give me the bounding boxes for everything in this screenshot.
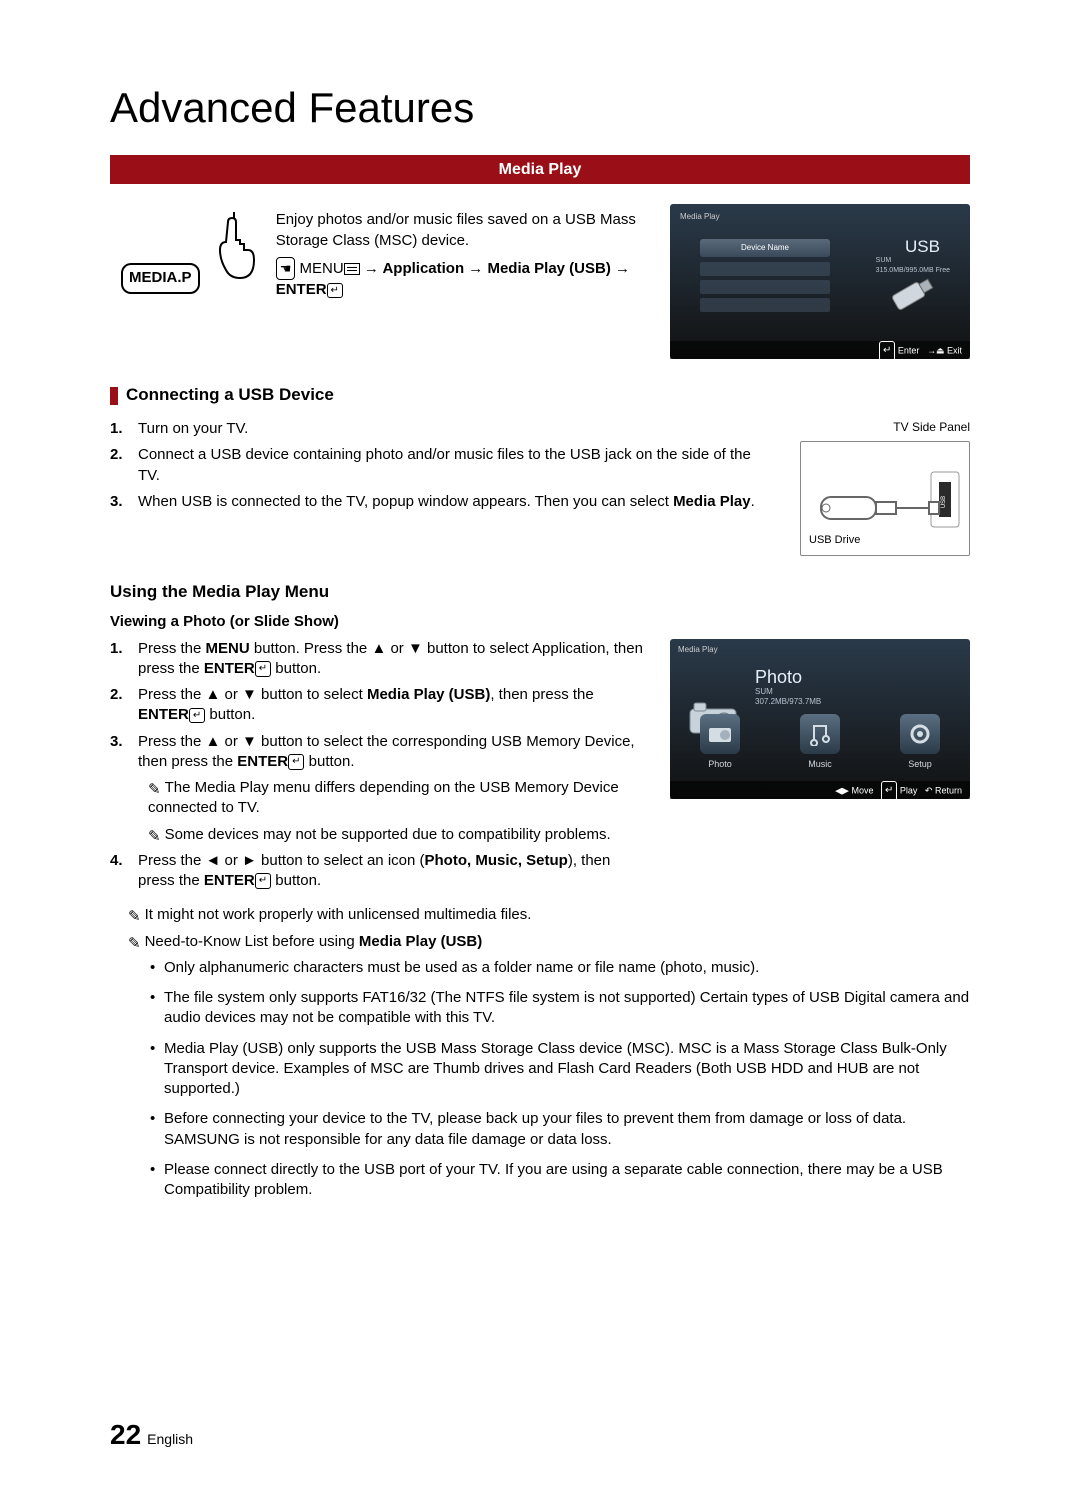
list-item: 1.Turn on your TV. [110, 419, 775, 439]
global-note: ✎It might not work properly with unlicen… [128, 905, 970, 925]
usb-stick-icon [885, 272, 940, 317]
list-item: Media Play (USB) only supports the USB M… [150, 1039, 970, 1100]
page-footer: 22 English [110, 1416, 193, 1454]
device-row [700, 298, 830, 312]
move-icon: ◀▶ [835, 785, 849, 795]
setup-icon [900, 714, 940, 754]
viewing-row: 1.Press the MENU button. Press the ▲ or … [110, 639, 970, 898]
tv-mock-usb: Media Play Device Name USB SUM315.0MB/99… [670, 204, 970, 359]
viewing-steps: 1.Press the MENU button. Press the ▲ or … [110, 639, 645, 898]
viewing-head: Viewing a Photo (or Slide Show) [110, 612, 970, 632]
intro-row: MEDIA.P Enjoy photos and/or music files … [110, 204, 970, 359]
remote-button-illustration: MEDIA.P [121, 210, 264, 328]
connect-content: 1.Turn on your TV. 2.Connect a USB devic… [110, 419, 970, 556]
tv-mock-photo: Media Play Photo SUM307.2MB/973.7MB Phot… [670, 639, 970, 799]
photo-title: Photo [755, 665, 802, 689]
tv-header: Media Play [680, 212, 720, 223]
tv-footer: ◀▶ Move ↵ Play ↶ Return [670, 781, 970, 799]
usb-screen: Media Play Device Name USB SUM315.0MB/99… [670, 204, 970, 359]
connect-steps: 1.Turn on your TV. 2.Connect a USB devic… [110, 419, 775, 556]
note-icon: ✎ [128, 934, 141, 954]
photo-icon [700, 714, 740, 754]
svg-text:USB: USB [941, 496, 947, 508]
tv-side-panel-label: TV Side Panel [800, 419, 970, 435]
list-item: Only alphanumeric characters must be use… [150, 958, 970, 978]
section-bar: Media Play [110, 155, 970, 185]
menu-icon [344, 263, 360, 275]
intro-desc: Enjoy photos and/or music files saved on… [276, 210, 649, 251]
setup-icon-cell: Setup [885, 714, 955, 770]
list-item: 3.Press the ▲ or ▼ button to select the … [110, 732, 645, 773]
page-number: 22 [110, 1419, 141, 1450]
tv-side-panel: TV Side Panel USB USB Drive [800, 419, 970, 556]
photo-sub: SUM307.2MB/973.7MB [755, 687, 821, 709]
list-item: Please connect directly to the USB port … [150, 1160, 970, 1201]
note-item: ✎Some devices may not be supported due t… [148, 825, 645, 845]
enter-icon: ↵ [881, 781, 897, 801]
return-icon: ↶ [925, 785, 933, 795]
enter-icon: ↵ [255, 873, 271, 889]
page-title: Advanced Features [110, 80, 970, 137]
page-lang: English [147, 1431, 193, 1447]
device-row [700, 262, 830, 276]
music-icon-cell: Music [785, 714, 855, 770]
tv-footer: ↵ Enter →⏏ Exit [670, 341, 970, 359]
list-item: 2.Press the ▲ or ▼ button to select Medi… [110, 685, 645, 726]
photo-icon-cell: Photo [685, 714, 755, 770]
list-item: The file system only supports FAT16/32 (… [150, 988, 970, 1029]
head-bar [110, 387, 118, 405]
note-icon: ✎ [148, 827, 161, 847]
device-row [700, 280, 830, 294]
intro-path: ☚ MENU → Application → Media Play (USB) … [276, 257, 649, 301]
list-item: 3.When USB is connected to the TV, popup… [110, 492, 775, 512]
note-icon: ✎ [148, 780, 161, 800]
list-item: Before connecting your device to the TV,… [150, 1109, 970, 1150]
global-note: ✎Need-to-Know List before using Media Pl… [128, 932, 970, 952]
music-icon [800, 714, 840, 754]
note-icon: ✎ [128, 907, 141, 927]
enter-icon: ↵ [288, 754, 304, 770]
using-head: Using the Media Play Menu [110, 581, 970, 604]
enter-icon: ↵ [879, 341, 895, 361]
mediap-button: MEDIA.P [121, 263, 200, 293]
enter-icon: ↵ [189, 708, 205, 724]
intro-left: MEDIA.P Enjoy photos and/or music files … [110, 204, 650, 359]
note-item: ✎The Media Play menu differs depending o… [148, 778, 645, 819]
icons-row: Photo Music Setup [670, 714, 970, 770]
usb-drive-label: USB Drive [809, 533, 860, 548]
need-to-know-list: Only alphanumeric characters must be use… [150, 958, 970, 1201]
intro-text: Enjoy photos and/or music files saved on… [276, 210, 649, 328]
hand-icon [204, 207, 264, 282]
side-panel-illustration: USB USB Drive [800, 441, 970, 556]
connect-head: Connecting a USB Device [110, 384, 970, 407]
enter-icon: ↵ [255, 661, 271, 677]
enter-icon: ↵ [327, 283, 343, 299]
list-item: 1.Press the MENU button. Press the ▲ or … [110, 639, 645, 680]
list-item: 4.Press the ◄ or ► button to select an i… [110, 851, 645, 892]
list-item: 2.Connect a USB device containing photo … [110, 445, 775, 486]
hand-small-icon: ☚ [276, 257, 296, 281]
exit-icon: →⏏ [927, 346, 945, 356]
tv-header: Media Play [678, 645, 718, 656]
device-name-field: Device Name [700, 239, 830, 257]
photo-screen: Media Play Photo SUM307.2MB/973.7MB Phot… [670, 639, 970, 898]
